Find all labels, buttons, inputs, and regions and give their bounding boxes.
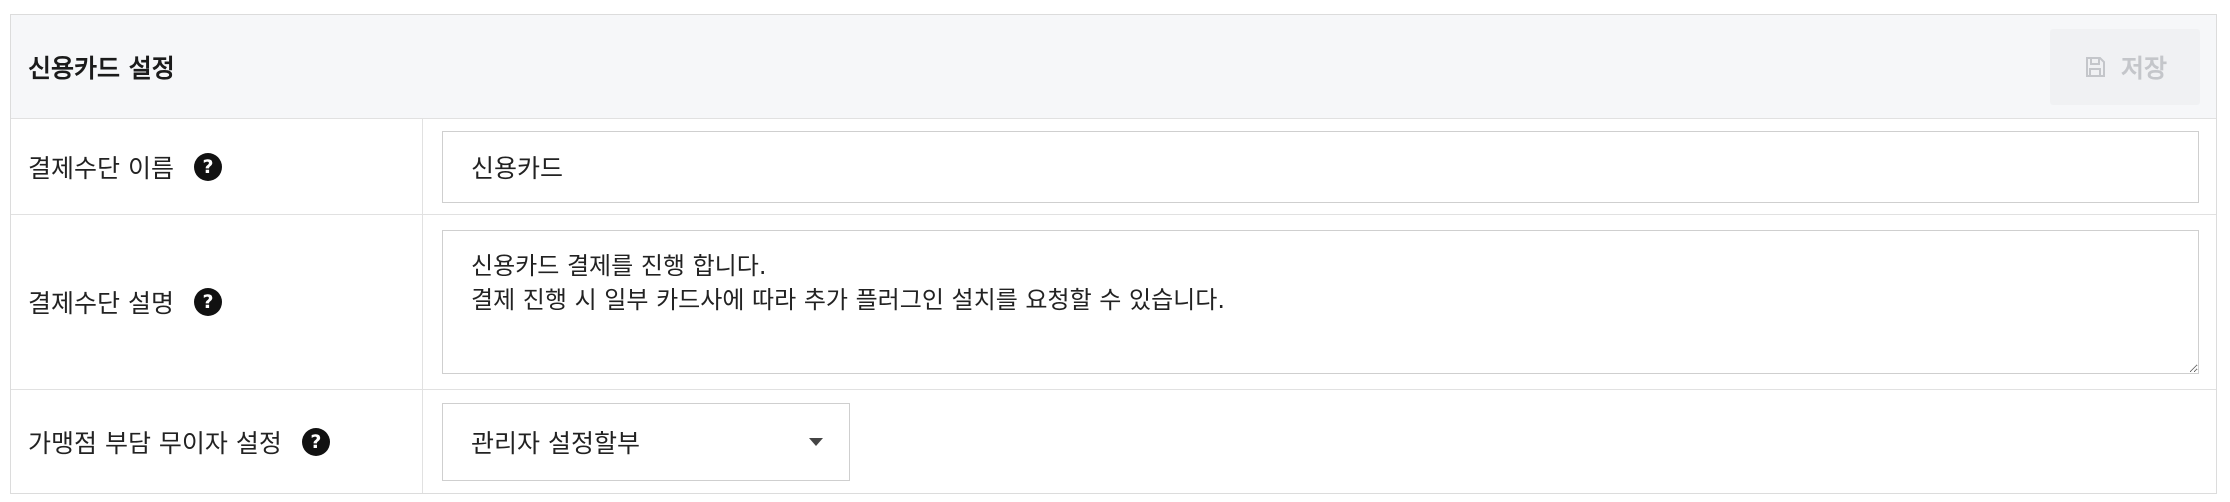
panel-header: 신용카드 설정 저장 xyxy=(11,15,2216,119)
payment-name-label-cell: 결제수단 이름 ? xyxy=(11,119,423,214)
payment-description-value-cell xyxy=(423,215,2216,389)
save-button[interactable]: 저장 xyxy=(2050,28,2200,105)
interest-free-select[interactable]: 관리자 설정할부 xyxy=(442,402,850,481)
payment-name-input[interactable] xyxy=(442,130,2199,203)
interest-free-row: 가맹점 부담 무이자 설정 ? 관리자 설정할부 xyxy=(11,390,2216,493)
payment-description-row: 결제수단 설명 ? xyxy=(11,215,2216,390)
payment-description-label: 결제수단 설명 xyxy=(28,289,174,318)
interest-free-label: 가맹점 부담 무이자 설정 xyxy=(28,428,282,458)
question-circle-icon[interactable]: ? xyxy=(193,288,222,316)
save-button-label: 저장 xyxy=(2120,53,2167,83)
payment-description-textarea[interactable] xyxy=(442,230,2199,374)
payment-name-value-cell xyxy=(423,119,2216,214)
question-circle-icon[interactable]: ? xyxy=(193,152,222,181)
caret-down-icon xyxy=(809,437,823,446)
interest-free-label-cell: 가맹점 부담 무이자 설정 ? xyxy=(11,390,423,493)
panel-title: 신용카드 설정 xyxy=(28,53,175,83)
credit-card-settings-panel: 신용카드 설정 저장 결제수단 이름 ? 결제수단 설명 ? xyxy=(10,14,2217,494)
payment-name-label: 결제수단 이름 xyxy=(28,153,174,183)
payment-description-label-cell: 결제수단 설명 ? xyxy=(11,215,423,389)
interest-free-value-cell: 관리자 설정할부 xyxy=(423,390,2216,493)
floppy-disk-icon xyxy=(2083,55,2107,79)
payment-name-row: 결제수단 이름 ? xyxy=(11,119,2216,215)
interest-free-selected-value: 관리자 설정할부 xyxy=(471,428,640,458)
question-circle-icon[interactable]: ? xyxy=(301,427,330,456)
